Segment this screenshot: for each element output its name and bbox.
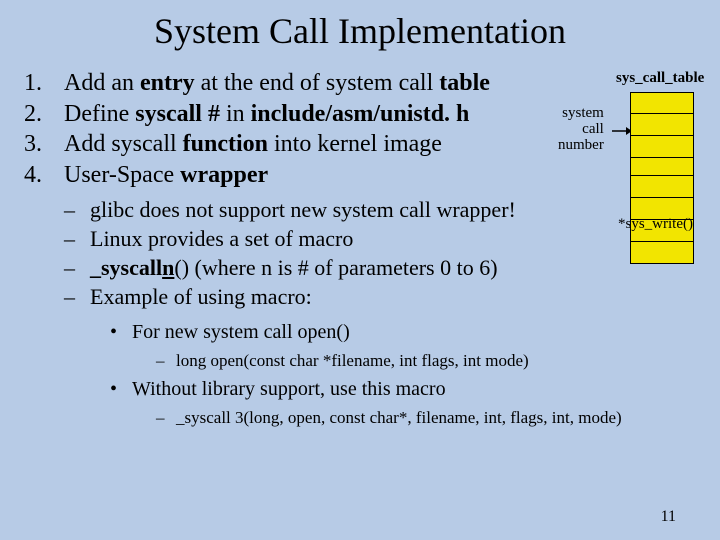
list-item: _syscalln() (where n is # of parameters … (64, 253, 720, 282)
diagram-table-label: sys_call_table (616, 70, 704, 87)
table-row (630, 242, 694, 264)
item-number: 4. (24, 160, 42, 191)
list-item: Example of using macro: (64, 282, 720, 311)
sub-list-3: long open(const char *filename, int flag… (156, 348, 720, 374)
t: Add syscall (64, 131, 183, 157)
sub-list-2: For new system call open() long open(con… (110, 317, 720, 430)
sub-list-3: _syscall 3(long, open, const char*, file… (156, 405, 720, 431)
t: _syscall 3(long, open, const char*, file… (176, 408, 622, 427)
t: Without library support, use this macro (132, 378, 446, 400)
table-row (630, 158, 694, 176)
t: function (183, 131, 268, 157)
t: long open(const char *filename, int flag… (176, 351, 529, 370)
t: at the end of system call (195, 70, 440, 96)
diagram-scn-label: system call number (558, 106, 604, 153)
t: User-Space (64, 162, 180, 188)
t: Linux provides a set of macro (90, 226, 353, 251)
table-row (630, 114, 694, 136)
t: entry (140, 70, 195, 96)
table-row (630, 92, 694, 114)
t: () (where n is # of parameters 0 to 6) (174, 255, 497, 280)
list-item: _syscall 3(long, open, const char*, file… (156, 405, 720, 431)
t: _syscall (90, 255, 162, 280)
t: syscall # (135, 101, 220, 127)
sub-list-1: glibc does not support new system call w… (64, 195, 720, 311)
syscall-table (630, 92, 694, 264)
t: in (220, 101, 251, 127)
item-number: 2. (24, 99, 42, 130)
t: wrapper (180, 162, 268, 188)
list-item: Without library support, use this macro … (110, 374, 720, 431)
t: table (439, 70, 490, 96)
item-number: 3. (24, 129, 42, 160)
table-row (630, 136, 694, 158)
list-item: long open(const char *filename, int flag… (156, 348, 720, 374)
t: Define (64, 101, 135, 127)
table-row (630, 176, 694, 198)
page-number: 11 (661, 508, 676, 526)
t: n (162, 255, 174, 280)
list-item: For new system call open() long open(con… (110, 317, 720, 374)
arrow-icon (612, 122, 632, 140)
t: into kernel image (268, 131, 442, 157)
sys-write-label: *sys_write() (618, 216, 693, 233)
item-number: 1. (24, 68, 42, 99)
list-item: 4. User-Space wrapper (24, 160, 720, 191)
t: glibc does not support new system call w… (90, 197, 516, 222)
slide-title: System Call Implementation (0, 0, 720, 68)
t: Example of using macro: (90, 284, 312, 309)
t: include/asm/unistd. h (251, 101, 470, 127)
t: Add an (64, 70, 140, 96)
t: For new system call open() (132, 321, 350, 343)
